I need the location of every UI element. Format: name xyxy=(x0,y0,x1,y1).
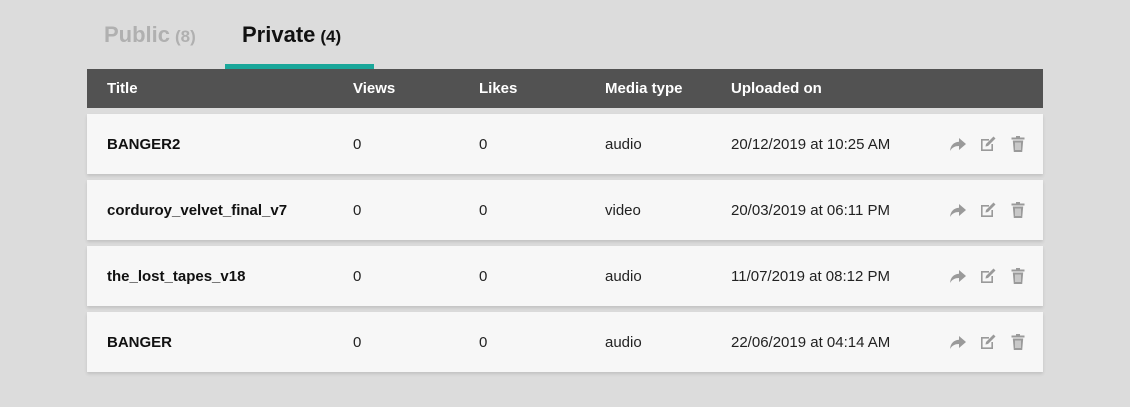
row-views: 0 xyxy=(353,136,362,153)
column-header-title: Title xyxy=(107,80,138,97)
row-likes: 0 xyxy=(479,268,488,285)
row-actions xyxy=(949,333,1027,351)
tab-public-label: Public xyxy=(104,22,171,47)
tab-private[interactable]: Private (4) xyxy=(242,22,341,48)
row-uploaded-on: 11/07/2019 at 08:12 PM xyxy=(731,268,891,285)
row-media-type: audio xyxy=(605,334,642,351)
column-header-uploaded-on: Uploaded on xyxy=(731,80,822,97)
row-title: BANGER2 xyxy=(107,136,181,153)
edit-icon[interactable] xyxy=(979,333,997,351)
share-icon[interactable] xyxy=(949,333,967,351)
column-header-likes: Likes xyxy=(479,80,518,97)
tab-public[interactable]: Public (8) xyxy=(104,22,196,48)
trash-icon[interactable] xyxy=(1009,267,1027,285)
edit-icon[interactable] xyxy=(979,267,997,285)
row-likes: 0 xyxy=(479,136,488,153)
table-row[interactable]: the_lost_tapes_v18 0 0 audio 11/07/2019 … xyxy=(87,246,1043,306)
table-body: BANGER2 0 0 audio 20/12/2019 at 10:25 AM… xyxy=(87,114,1043,372)
row-actions xyxy=(949,201,1027,219)
edit-icon[interactable] xyxy=(979,201,997,219)
row-likes: 0 xyxy=(479,202,488,219)
table-row[interactable]: BANGER 0 0 audio 22/06/2019 at 04:14 AM xyxy=(87,312,1043,372)
row-uploaded-on: 20/12/2019 at 10:25 AM xyxy=(731,136,891,153)
row-actions xyxy=(949,135,1027,153)
column-header-media-type: Media type xyxy=(605,80,683,97)
row-uploaded-on: 20/03/2019 at 06:11 PM xyxy=(731,202,891,219)
column-header-views: Views xyxy=(353,80,396,97)
row-media-type: audio xyxy=(605,136,642,153)
visibility-tabs: Public (8) Private (4) xyxy=(87,0,1043,69)
row-views: 0 xyxy=(353,268,362,285)
trash-icon[interactable] xyxy=(1009,201,1027,219)
row-actions xyxy=(949,267,1027,285)
row-uploaded-on: 22/06/2019 at 04:14 AM xyxy=(731,334,891,351)
share-icon[interactable] xyxy=(949,201,967,219)
row-likes: 0 xyxy=(479,334,488,351)
row-views: 0 xyxy=(353,334,362,351)
media-list-panel: Public (8) Private (4) Title Views Likes M… xyxy=(87,0,1043,372)
trash-icon[interactable] xyxy=(1009,135,1027,153)
share-icon[interactable] xyxy=(949,135,967,153)
tab-private-count: (4) xyxy=(320,27,342,46)
row-views: 0 xyxy=(353,202,362,219)
table-header: Title Views Likes Media type Uploaded on xyxy=(87,69,1043,108)
table-row[interactable]: corduroy_velvet_final_v7 0 0 video 20/03… xyxy=(87,180,1043,240)
tab-private-label: Private xyxy=(242,22,316,47)
share-icon[interactable] xyxy=(949,267,967,285)
row-title: corduroy_velvet_final_v7 xyxy=(107,202,288,219)
table-row[interactable]: BANGER2 0 0 audio 20/12/2019 at 10:25 AM xyxy=(87,114,1043,174)
row-media-type: audio xyxy=(605,268,642,285)
row-media-type: video xyxy=(605,202,641,219)
trash-icon[interactable] xyxy=(1009,333,1027,351)
edit-icon[interactable] xyxy=(979,135,997,153)
row-title: BANGER xyxy=(107,334,173,351)
tab-public-count: (8) xyxy=(175,27,196,46)
row-title: the_lost_tapes_v18 xyxy=(107,268,246,285)
